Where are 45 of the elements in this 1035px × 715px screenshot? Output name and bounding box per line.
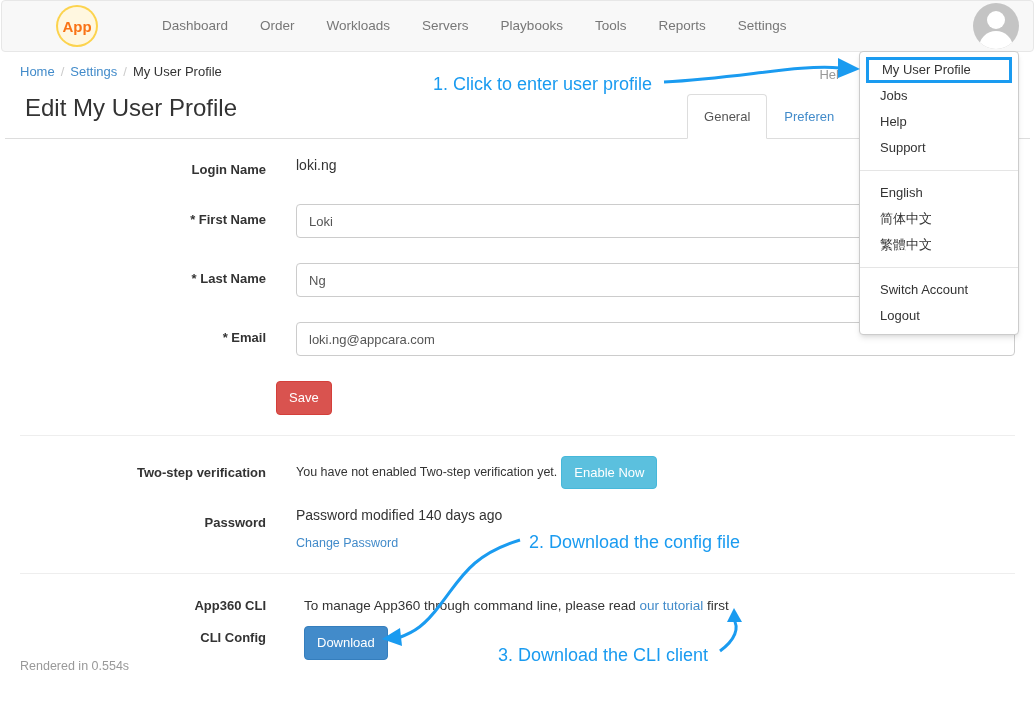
field-label: * First Name [189,211,266,229]
breadcrumb-link[interactable]: Home [20,62,55,82]
two-step-status: You have not enabled Two-step verification yet. [296,464,558,482]
change-password-link[interactable]: Change Password [296,534,503,553]
tab[interactable]: General [687,93,768,139]
avatar-icon[interactable] [973,3,1019,49]
nav-link[interactable]: Dashboard [146,15,245,37]
menu-item[interactable]: Support [860,135,1018,161]
page-title: Edit My User Profile [25,93,238,123]
menu-item[interactable]: English [860,180,1018,206]
nav-link[interactable]: Settings [721,15,803,37]
annotation-arrow [719,608,742,653]
tutorial-link[interactable]: our tutorial [639,597,704,613]
field-label: * Email [221,329,266,347]
help-link[interactable]: Hel [819,65,839,85]
annotation-text: 3. Download the CLI client [498,644,709,667]
breadcrumb-separator: / [122,63,128,82]
text-field[interactable]: loki.ng@appcara.com [296,322,1015,356]
password-status: Password modified 140 days ago [296,506,503,525]
field-label: Two-step verification [135,463,266,482]
nav-link[interactable]: Workloads [310,15,407,37]
download-button[interactable]: Download [304,626,388,660]
field-label: * Last Name [190,270,266,288]
field-label: App360 CLI [193,597,266,616]
breadcrumb-separator: / [59,63,66,82]
nav-link[interactable]: Playbooks [484,15,579,37]
save-button[interactable]: Save [276,381,332,415]
app-logo[interactable]: App [58,7,96,45]
render-time: Rendered in 0.554s [20,658,131,675]
menu-item[interactable]: My User Profile [866,57,1012,83]
login-name-value: loki.ng [296,155,337,175]
breadcrumb-link[interactable]: Settings [70,62,118,82]
nav-link[interactable]: Order [244,15,311,37]
tab[interactable]: Preferen [767,93,852,139]
nav-link[interactable]: Tools [578,15,643,37]
breadcrumb-current-page: My User Profile [132,63,222,82]
menu-item[interactable]: Jobs [860,83,1018,109]
nav-link[interactable]: Reports [642,15,722,37]
menu-item[interactable]: 简体中文 [860,206,1018,232]
field-label: Password [203,514,266,532]
nav-link[interactable]: Servers [406,15,485,37]
field-label: Login Name [190,161,266,180]
menu-item[interactable]: Help [860,109,1018,135]
annotation-text: 1. Click to enter user profile [433,73,653,96]
field-label: CLI Config [199,629,266,647]
